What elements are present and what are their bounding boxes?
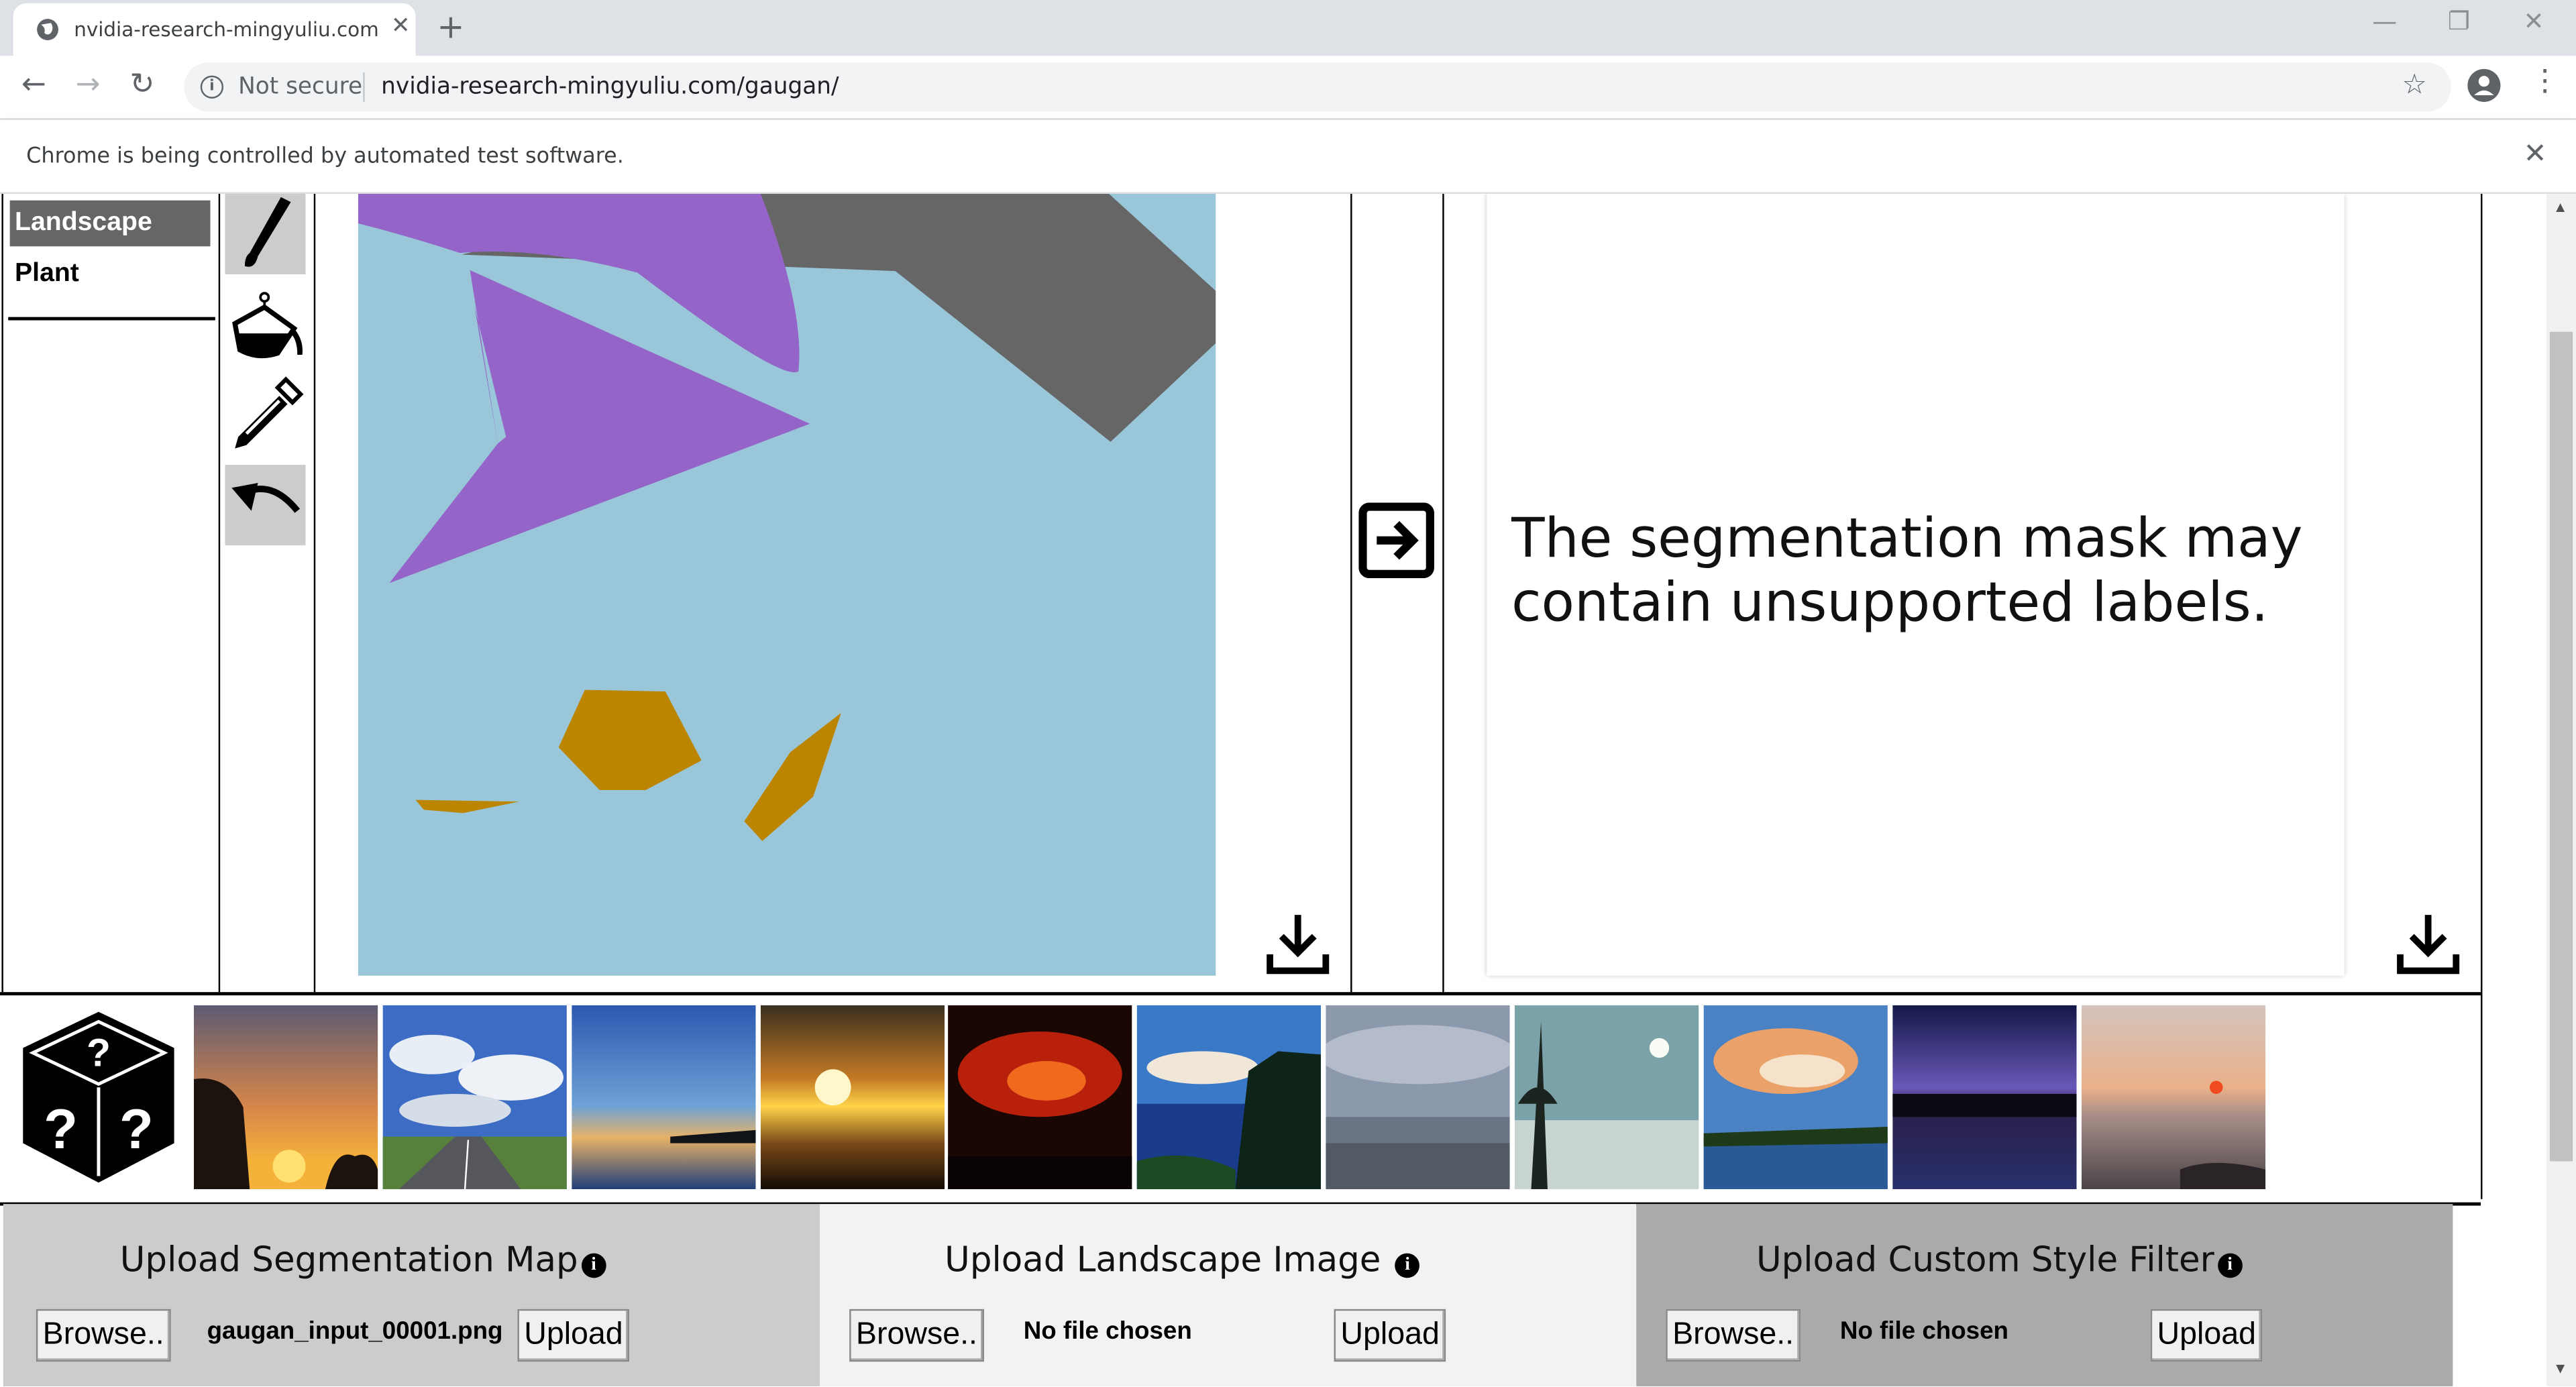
landscape-filename: No file chosen <box>1023 1317 1192 1345</box>
minimize-icon[interactable]: — <box>2372 7 2397 36</box>
brush-icon <box>244 197 291 267</box>
url-text[interactable]: nvidia-research-mingyuliu.com/gaugan/ <box>381 74 839 100</box>
upload-style-title: Upload Custom Style Filter <box>1756 1239 2214 1280</box>
upload-segmentation-section: Upload Segmentation Map i Browse.. gaugan… <box>3 1204 820 1386</box>
upload-style-button[interactable]: Upload <box>2150 1309 2263 1362</box>
infobar-message: Chrome is being controlled by automated … <box>26 144 624 170</box>
divider <box>2480 193 2483 1199</box>
info-icon[interactable]: i <box>200 75 224 99</box>
vertical-scrollbar[interactable]: ▲ ▼ <box>2546 193 2576 1386</box>
brush-tool-button[interactable] <box>225 193 306 274</box>
undo-tool-button[interactable] <box>225 465 306 546</box>
globe-icon <box>37 19 58 41</box>
svg-text:?: ? <box>44 1098 78 1160</box>
new-tab-button[interactable]: + <box>437 7 464 46</box>
eyedropper-tool-button[interactable] <box>225 374 306 455</box>
scrollbar-thumb[interactable] <box>2549 331 2573 1162</box>
undo-icon <box>231 483 301 513</box>
tool-panel <box>217 193 316 993</box>
upload-style-heading: Upload Custom Style Filter i <box>1756 1239 2243 1280</box>
segmentation-canvas[interactable] <box>358 193 1216 976</box>
render-panel <box>1350 193 1444 993</box>
eyedropper-icon <box>235 376 304 449</box>
style-thumbnail-sun-over-sea[interactable] <box>760 1005 945 1190</box>
upload-segmentation-title: Upload Segmentation Map <box>119 1239 578 1280</box>
browse-style-button[interactable]: Browse.. <box>1666 1309 1801 1362</box>
browse-landscape-button[interactable]: Browse.. <box>849 1309 984 1362</box>
restore-icon[interactable]: ❐ <box>2448 7 2470 36</box>
style-thumbnail-road-clouds[interactable] <box>382 1005 567 1190</box>
style-thumbnail-coastal-cliff[interactable] <box>1136 1005 1321 1190</box>
category-landscape[interactable]: Landscape <box>9 200 211 247</box>
style-thumbnails-row: ? ? ? <box>0 992 2481 1206</box>
download-output-icon[interactable] <box>2396 911 2461 977</box>
tab-strip: nvidia-research-mingyuliu.com/g ✕ + — ❐ … <box>0 0 2576 56</box>
menu-icon[interactable]: ⋮ <box>2530 64 2559 99</box>
infobar-close-icon[interactable]: ✕ <box>2524 138 2547 171</box>
forward-icon[interactable]: → <box>76 67 101 101</box>
back-icon[interactable]: ← <box>21 67 46 101</box>
download-mask-icon[interactable] <box>1265 911 1331 977</box>
render-arrow-button[interactable] <box>1358 502 1434 579</box>
upload-segmentation-heading: Upload Segmentation Map i <box>120 1240 606 1280</box>
automation-infobar: Chrome is being controlled by automated … <box>0 119 2576 194</box>
style-thumbnail-red-sky[interactable] <box>948 1005 1132 1190</box>
style-thumbnail-pink-clouds[interactable] <box>1703 1005 1888 1190</box>
style-thumbnail-sunset-shore[interactable] <box>2081 1005 2266 1190</box>
address-bar[interactable]: i Not secure nvidia-research-mingyuliu.c… <box>184 62 2451 112</box>
upload-style-section: Upload Custom Style Filter i Browse.. No … <box>1636 1204 2453 1386</box>
info-icon[interactable]: i <box>581 1253 606 1278</box>
upload-landscape-section: Upload Landscape Image i Browse.. No fil… <box>820 1204 1637 1386</box>
random-style-dice-icon[interactable]: ? ? ? <box>16 1009 180 1186</box>
upload-landscape-heading: Upload Landscape Image i <box>945 1239 1420 1280</box>
tab-title: nvidia-research-mingyuliu.com/g <box>74 17 378 42</box>
scroll-up-icon[interactable]: ▲ <box>2553 199 2568 215</box>
style-thumbnail-purple-twilight[interactable] <box>1892 1005 2077 1190</box>
window-close-icon[interactable]: ✕ <box>2524 7 2544 36</box>
upload-segmentation-button[interactable]: Upload <box>517 1309 630 1362</box>
category-panel: Landscape Plant <box>1 193 221 993</box>
browser-tab[interactable]: nvidia-research-mingyuliu.com/g ✕ <box>13 3 416 56</box>
output-image-panel: The segmentation mask may contain unsupp… <box>1487 193 2345 976</box>
style-thumbnail-snowy-shore[interactable] <box>1514 1005 1699 1190</box>
account-icon[interactable] <box>2467 68 2501 102</box>
divider <box>8 317 215 321</box>
browse-segmentation-button[interactable]: Browse.. <box>36 1309 171 1362</box>
style-thumbnail-lake-dusk[interactable] <box>572 1005 756 1190</box>
category-plant[interactable]: Plant <box>10 252 211 298</box>
browser-toolbar: ← → ↻ i Not secure nvidia-research-mingy… <box>0 56 2576 120</box>
segmentation-filename: gaugan_input_00001.png <box>207 1317 503 1345</box>
style-thumbnail-overcast-beach[interactable] <box>1326 1005 1510 1190</box>
tab-close-icon[interactable]: ✕ <box>391 13 411 40</box>
reload-icon[interactable]: ↻ <box>129 67 154 101</box>
bookmark-star-icon[interactable]: ☆ <box>2402 69 2426 102</box>
segmentation-drawing <box>358 193 1216 976</box>
svg-text:?: ? <box>87 1031 111 1074</box>
gaugan-page: Landscape Plant The segmentation mask ma… <box>0 193 2546 1386</box>
upload-landscape-button[interactable]: Upload <box>1334 1309 1446 1362</box>
svg-text:?: ? <box>119 1098 154 1160</box>
security-indicator[interactable]: Not secure <box>238 74 362 100</box>
scroll-down-icon[interactable]: ▼ <box>2553 1360 2568 1376</box>
paint-bucket-icon <box>232 292 303 359</box>
output-message: The segmentation mask may contain unsupp… <box>1511 506 2303 634</box>
fill-tool-button[interactable] <box>225 284 306 365</box>
divider <box>363 72 365 102</box>
style-filename: No file chosen <box>1839 1317 2008 1345</box>
style-thumbnail-sunset-trees[interactable] <box>193 1005 378 1190</box>
info-icon[interactable]: i <box>1395 1253 1420 1278</box>
upload-landscape-title: Upload Landscape Image <box>945 1239 1381 1280</box>
info-icon[interactable]: i <box>2217 1253 2243 1278</box>
